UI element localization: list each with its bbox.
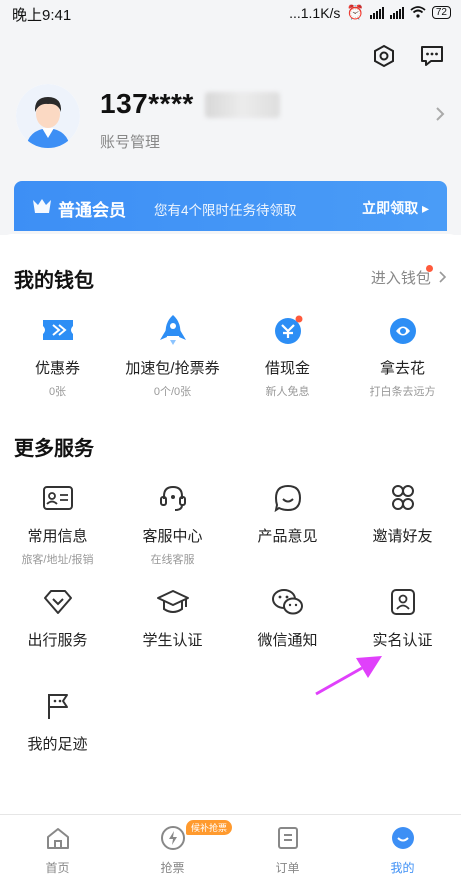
signal-icon-2 [389,6,404,19]
order-icon [230,823,345,853]
graduation-cap-icon [115,584,230,620]
rocket-icon [115,312,230,348]
wallet-item-label: 借现金 [264,360,310,377]
flag-icon [0,688,115,724]
account-management-label[interactable]: 账号管理 [100,131,160,152]
service-item-wechat[interactable]: 微信通知 [230,584,345,650]
service-item-label: 常用信息 [27,528,88,545]
member-level: 普通会员 [58,201,126,220]
coupon-icon [0,312,115,348]
wallet-item-paylater[interactable]: 拿去花 打白条去远方 [345,312,460,399]
tab-label: 订单 [275,861,300,875]
service-item-label: 实名认证 [372,632,433,649]
wallet-item-label: 优惠券 [34,360,80,377]
annotation-arrow [310,652,390,705]
service-item-label: 出行服务 [27,632,88,649]
network-speed: ...1.1K/s [289,4,341,21]
wallet-item-sub: 0张 [48,386,67,398]
wallet-item-boost[interactable]: 加速包/抢票券 0个/0张 [115,312,230,399]
wallet-title: 我的钱包 [14,270,94,292]
service-item-feedback[interactable]: 产品意见 [230,480,345,546]
user-phone: 137**** [100,88,194,119]
service-item-invite[interactable]: 邀请好友 [345,480,460,546]
wallet-item-sub: 打白条去远方 [369,386,436,398]
crown-icon [32,197,52,220]
tab-mine[interactable]: 我的 [345,823,460,876]
message-icon[interactable] [418,42,446,70]
status-time: 晚上9:41 [12,7,72,24]
tab-label: 首页 [45,861,70,875]
service-item-label: 邀请好友 [372,528,433,545]
diamond-icon [0,584,115,620]
chevron-right-icon [439,271,447,283]
wallet-item-label: 拿去花 [379,360,425,377]
service-item-travel[interactable]: 出行服务 [0,584,115,650]
home-icon [0,823,115,853]
service-item-label: 微信通知 [257,632,318,649]
profile-icon [345,823,460,853]
status-bar: 晚上9:41 ...1.1K/s ⏰ 72 [0,0,461,26]
notification-dot [426,265,433,272]
wallet-item-sub: 0个/0张 [153,386,192,398]
wallet-item-coupon[interactable]: 优惠券 0张 [0,312,115,399]
masked-phone-blur [205,92,280,118]
wechat-icon [230,584,345,620]
bottom-tab-bar: 首页 抢票 订单 我的 候补抢票 [0,814,461,883]
wallet-item-sub: 新人免息 [265,386,310,398]
waitlist-tag: 候补抢票 [186,820,233,835]
services-title: 更多服务 [14,438,94,460]
wallet-item-cash[interactable]: 借现金 新人免息 [230,312,345,399]
service-item-label: 客服中心 [142,528,203,545]
pay-later-icon [345,312,460,348]
signal-icon [369,6,384,19]
headset-icon [115,480,230,516]
service-item-sub: 旅客/地址/报销 [21,554,94,566]
tab-label: 我的 [390,861,415,875]
enter-wallet-link[interactable]: 进入钱包 [371,267,447,288]
service-item-label: 产品意见 [257,528,318,545]
wifi-icon [410,5,426,21]
tab-home[interactable]: 首页 [0,823,115,876]
verified-id-icon [345,584,460,620]
member-tip: 您有4个限时任务待领取 [154,203,297,218]
enter-wallet-label: 进入钱包 [370,270,431,287]
service-item-student[interactable]: 学生认证 [115,584,230,650]
feedback-icon [230,480,345,516]
service-item-sub: 在线客服 [150,554,195,566]
service-item-label: 我的足迹 [27,736,88,753]
service-item-customer-center[interactable]: 客服中心 在线客服 [115,480,230,567]
tab-orders[interactable]: 订单 [230,823,345,876]
service-item-footprint[interactable]: 我的足迹 [0,688,115,754]
member-banner[interactable]: 普通会员 您有4个限时任务待领取 立即领取 ▸ [14,181,447,231]
claim-button[interactable]: 立即领取 ▸ [362,198,429,218]
status-indicators: ...1.1K/s ⏰ 72 [289,4,451,21]
service-item-common-info[interactable]: 常用信息 旅客/地址/报销 [0,480,115,567]
service-item-label: 学生认证 [142,632,203,649]
alarm-icon: ⏰ [346,4,364,20]
service-item-real-name[interactable]: 实名认证 [345,584,460,650]
settings-icon[interactable] [370,42,398,70]
cash-loan-icon [230,312,345,348]
avatar[interactable] [16,84,80,148]
wallet-item-label: 加速包/抢票券 [125,360,220,377]
invite-icon [345,480,460,516]
tab-label: 抢票 [160,861,185,875]
id-card-icon [0,480,115,516]
chevron-right-icon[interactable] [435,106,445,127]
battery-icon: 72 [431,6,451,19]
